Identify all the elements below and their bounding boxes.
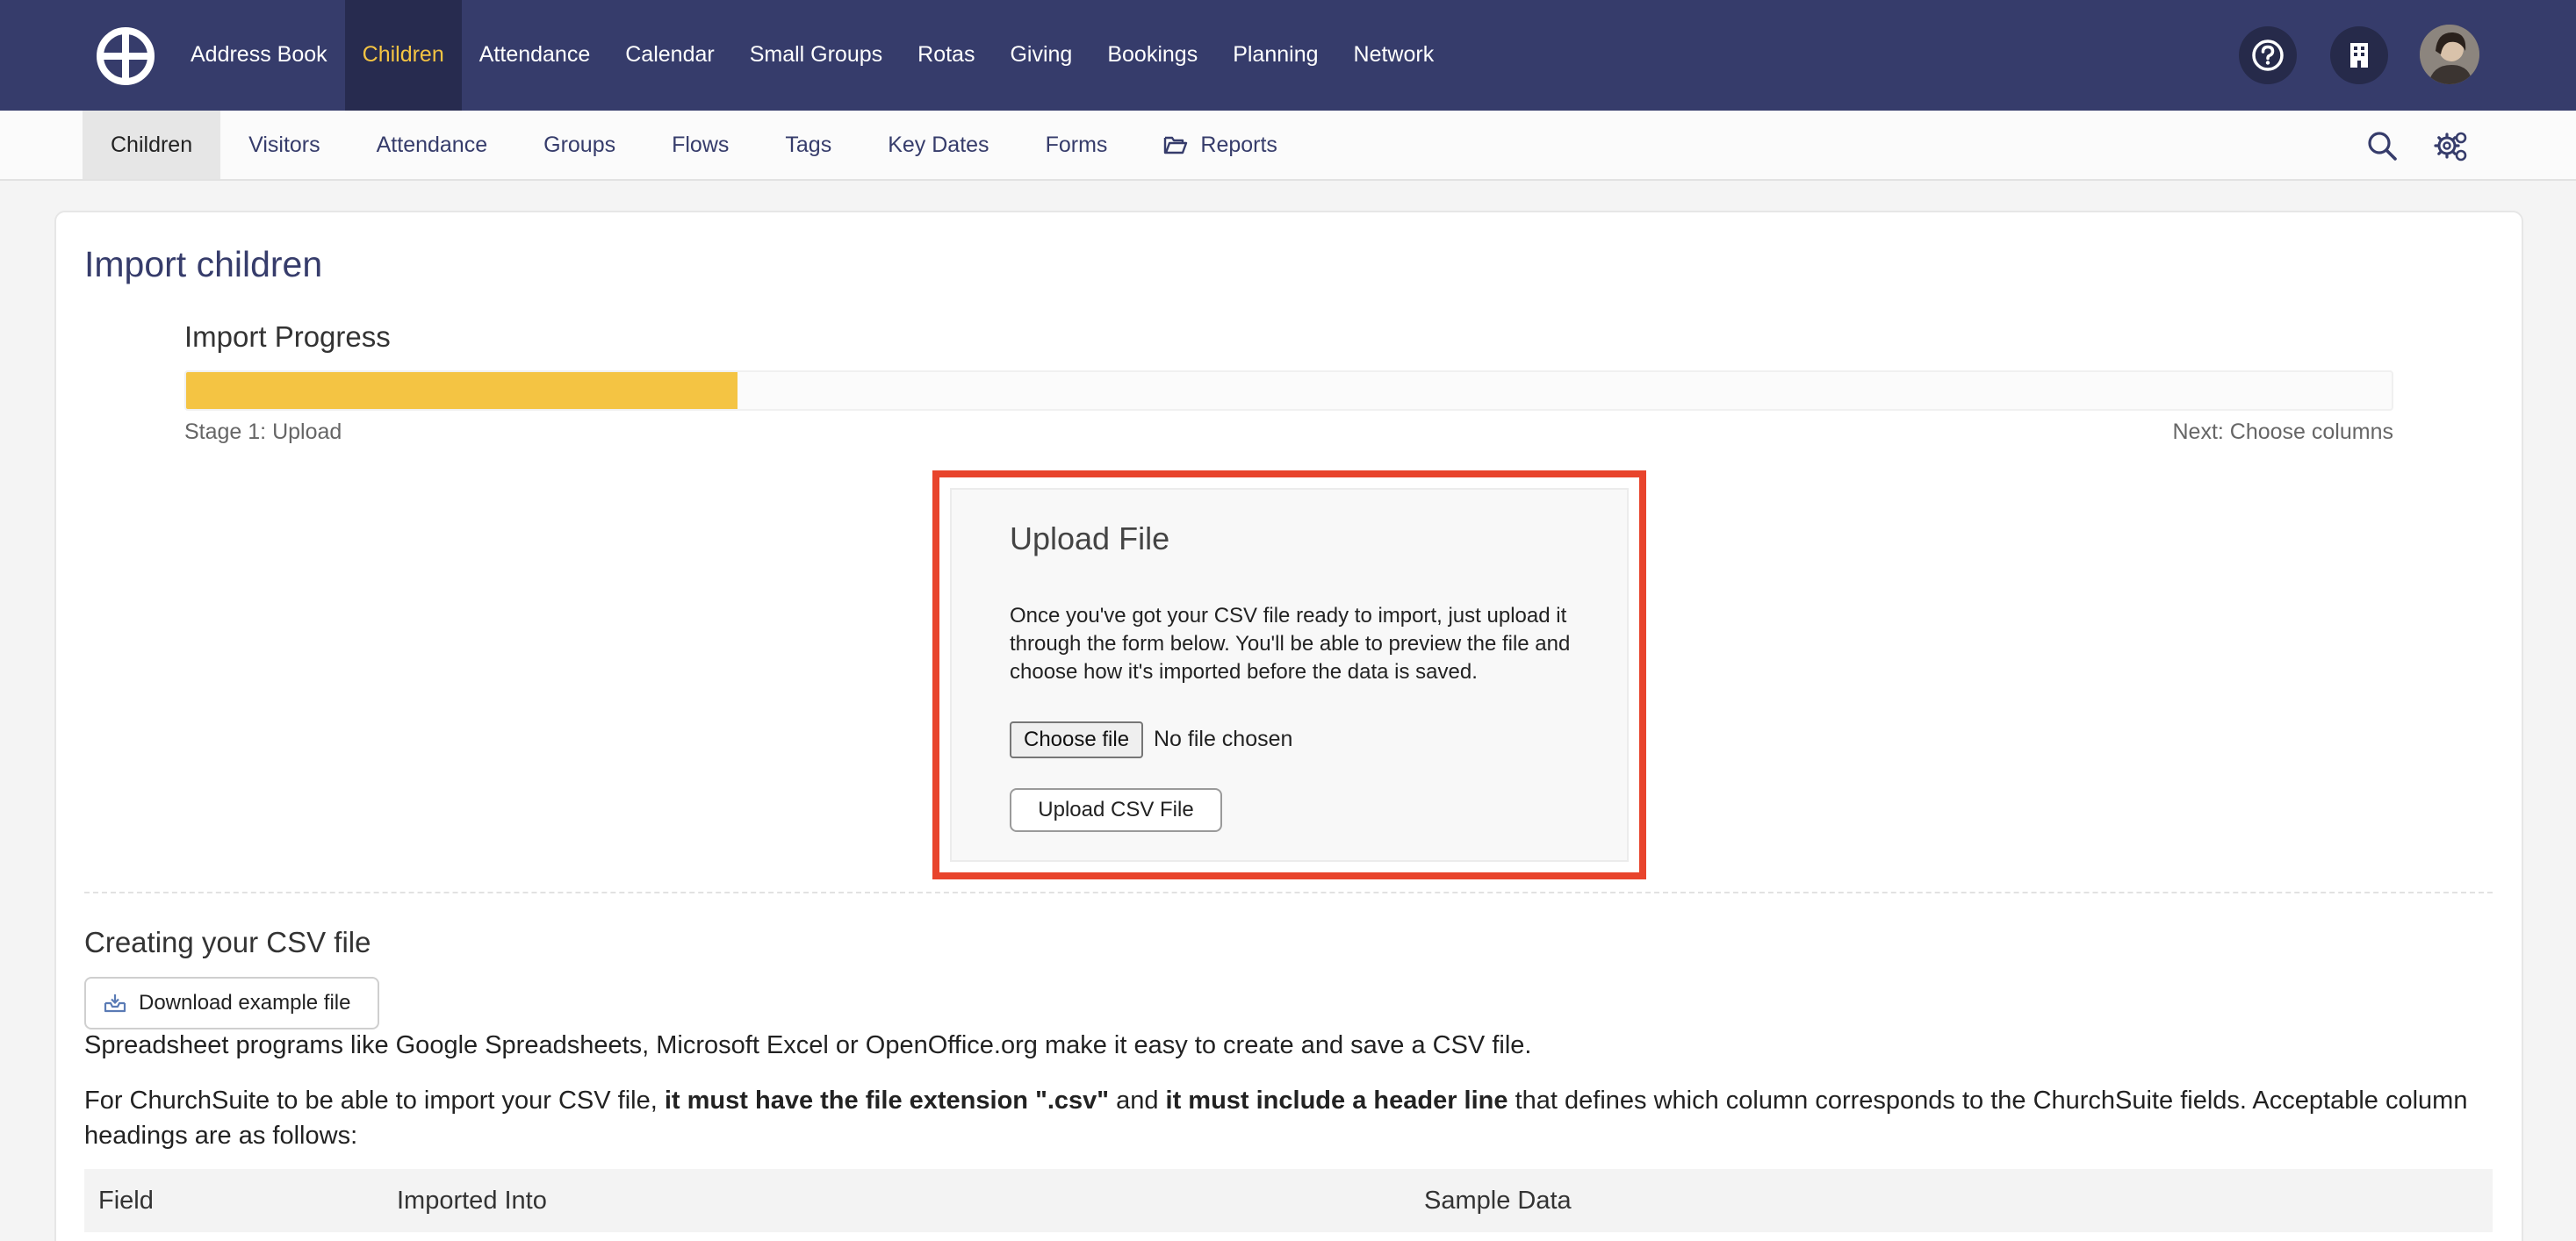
upload-title: Upload File bbox=[1010, 520, 1170, 556]
sub-nav-children[interactable]: Children bbox=[83, 111, 221, 179]
download-icon bbox=[104, 994, 126, 1013]
organisation-button[interactable] bbox=[2330, 26, 2388, 84]
sub-nav-attendance[interactable]: Attendance bbox=[349, 111, 516, 179]
top-nav-rotas[interactable]: Rotas bbox=[900, 0, 992, 111]
churchsuite-logo-icon[interactable] bbox=[97, 27, 155, 85]
user-avatar[interactable] bbox=[2420, 25, 2479, 84]
gear-icon[interactable] bbox=[2434, 128, 2469, 163]
folder-open-icon bbox=[1164, 136, 1188, 154]
paragraph-bold-text: it must have the file extension ".csv" bbox=[664, 1087, 1110, 1115]
question-circle-icon bbox=[2252, 39, 2284, 71]
sub-nav-label: Children bbox=[111, 133, 193, 157]
top-nav-small-groups[interactable]: Small Groups bbox=[732, 0, 900, 111]
top-nav-items: Address Book Children Attendance Calenda… bbox=[173, 0, 1451, 111]
paragraph-bold-text: it must include a header line bbox=[1165, 1087, 1508, 1115]
sub-nav-reports[interactable]: Reports bbox=[1135, 111, 1306, 179]
sub-nav-groups[interactable]: Groups bbox=[515, 111, 644, 179]
sub-nav-tags[interactable]: Tags bbox=[757, 111, 860, 179]
download-example-button[interactable]: Download example file bbox=[84, 977, 379, 1029]
sub-nav-visitors[interactable]: Visitors bbox=[220, 111, 349, 179]
import-progress-bar bbox=[184, 370, 2393, 411]
sub-nav-label: Groups bbox=[543, 133, 616, 157]
stage-label: Stage 1: Upload bbox=[184, 420, 342, 444]
sub-nav-label: Reports bbox=[1200, 133, 1277, 157]
table-header-field: Field bbox=[98, 1187, 154, 1215]
top-nav-calendar[interactable]: Calendar bbox=[608, 0, 731, 111]
import-progress-fill bbox=[186, 372, 738, 409]
paragraph-text: and bbox=[1109, 1087, 1166, 1115]
download-example-label: Download example file bbox=[139, 991, 351, 1015]
sub-nav-label: Key Dates bbox=[888, 133, 989, 157]
sub-nav-label: Attendance bbox=[376, 133, 488, 157]
top-navigation: Address Book Children Attendance Calenda… bbox=[0, 0, 2576, 111]
search-icon[interactable] bbox=[2364, 128, 2400, 163]
section-divider bbox=[84, 892, 2493, 893]
avatar-photo bbox=[2420, 25, 2479, 84]
sub-nav-label: Visitors bbox=[248, 133, 320, 157]
building-icon bbox=[2350, 43, 2368, 68]
top-nav-bookings[interactable]: Bookings bbox=[1090, 0, 1215, 111]
sub-nav-label: Tags bbox=[785, 133, 832, 157]
help-button[interactable] bbox=[2239, 26, 2297, 84]
sub-nav-items: Children Visitors Attendance Groups Flow… bbox=[83, 111, 1306, 179]
sub-navigation: Children Visitors Attendance Groups Flow… bbox=[0, 111, 2576, 181]
paragraph-text: For ChurchSuite to be able to import you… bbox=[84, 1087, 665, 1115]
choose-file-button[interactable]: Choose file bbox=[1010, 721, 1144, 758]
csv-help-paragraph-2: For ChurchSuite to be able to import you… bbox=[84, 1083, 2508, 1153]
top-nav-network[interactable]: Network bbox=[1336, 0, 1452, 111]
table-header-imported-into: Imported Into bbox=[397, 1187, 547, 1215]
progress-title: Import Progress bbox=[184, 320, 391, 353]
next-stage-label: Next: Choose columns bbox=[2172, 420, 2393, 444]
top-nav-planning[interactable]: Planning bbox=[1215, 0, 1335, 111]
column-headings-table-header: Field Imported Into Sample Data bbox=[84, 1169, 2493, 1232]
file-status-text: No file chosen bbox=[1154, 727, 1293, 751]
sub-nav-key-dates[interactable]: Key Dates bbox=[860, 111, 1017, 179]
top-nav-attendance[interactable]: Attendance bbox=[462, 0, 608, 111]
csv-help-heading: Creating your CSV file bbox=[84, 926, 371, 958]
sub-nav-label: Flows bbox=[672, 133, 730, 157]
upload-csv-button[interactable]: Upload CSV File bbox=[1010, 788, 1222, 832]
upload-description: Once you've got your CSV file ready to i… bbox=[1010, 604, 1571, 684]
sub-nav-label: Forms bbox=[1045, 133, 1108, 157]
sub-nav-forms[interactable]: Forms bbox=[1018, 111, 1136, 179]
top-nav-children[interactable]: Children bbox=[344, 0, 462, 111]
top-nav-address-book[interactable]: Address Book bbox=[173, 0, 345, 111]
sub-nav-flows[interactable]: Flows bbox=[644, 111, 757, 179]
csv-help-paragraph-1: Spreadsheet programs like Google Spreads… bbox=[84, 1031, 1532, 1059]
page-title: Import children bbox=[84, 244, 323, 284]
table-header-sample-data: Sample Data bbox=[1424, 1187, 1572, 1215]
top-nav-giving[interactable]: Giving bbox=[992, 0, 1090, 111]
